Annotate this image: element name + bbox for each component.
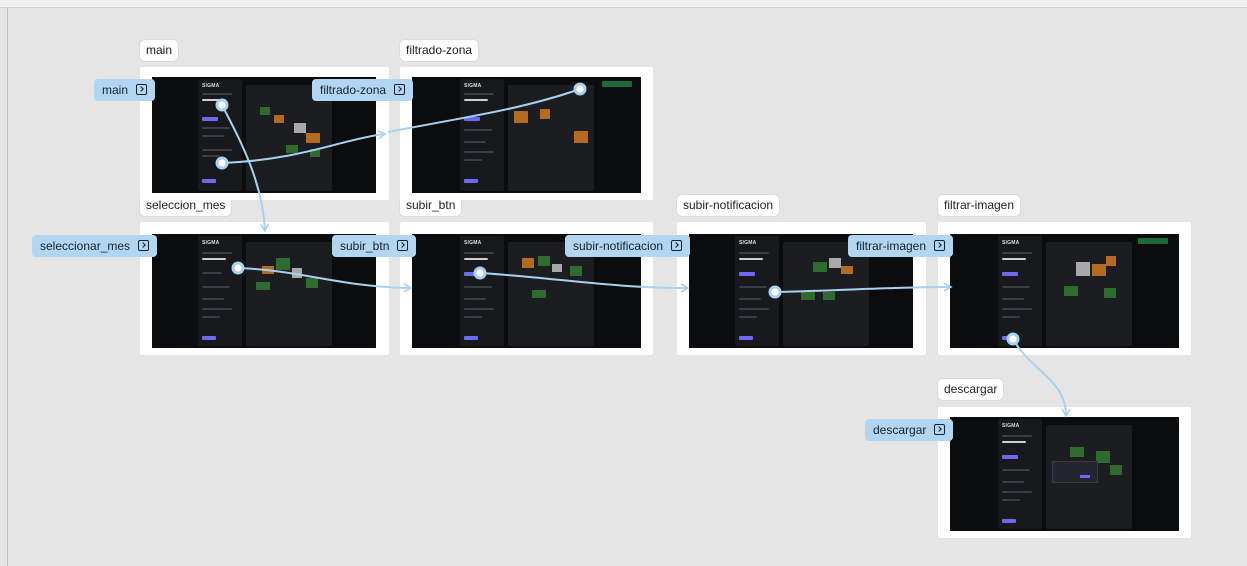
flow-start-label: subir-notificacion <box>573 239 664 253</box>
screen-sidebar: SIGMA <box>460 236 504 346</box>
app-logo: SIGMA <box>202 240 220 246</box>
frame-label-subir-notificacion[interactable]: subir-notificacion <box>677 195 780 216</box>
screen-sidebar: SIGMA <box>998 236 1042 346</box>
frame-label-filtrar-imagen[interactable]: filtrar-imagen <box>938 195 1021 216</box>
flow-start-seleccionar-mes[interactable]: seleccionar_mes <box>32 235 158 257</box>
flow-start-main[interactable]: main <box>94 79 156 101</box>
flow-start-label: subir_btn <box>340 239 390 253</box>
flow-start-subir-notificacion[interactable]: subir-notificacion <box>565 235 691 257</box>
flow-start-label: seleccionar_mes <box>40 239 131 253</box>
flow-start-label: filtrar-imagen <box>856 239 927 253</box>
flow-start-subir-btn[interactable]: subir_btn <box>332 235 417 257</box>
frame-label-main[interactable]: main <box>140 40 179 61</box>
screen-thumbnail: SIGMA <box>950 234 1179 348</box>
frame-filtrar-imagen[interactable]: SIGMA <box>938 222 1191 355</box>
flow-start-icon[interactable] <box>138 240 150 251</box>
flow-start-icon[interactable] <box>136 84 148 95</box>
top-toolbar-edge <box>0 0 1247 8</box>
screen-map-panel <box>246 242 332 346</box>
frame-descargar[interactable]: SIGMA <box>938 407 1191 538</box>
app-logo: SIGMA <box>1002 240 1020 246</box>
screen-sidebar: SIGMA <box>460 79 504 191</box>
screen-notification-badge <box>1138 238 1168 244</box>
flow-start-descargar[interactable]: descargar <box>865 419 954 441</box>
frame-filtrado-zona[interactable]: SIGMA <box>400 67 653 200</box>
screen-map-panel <box>783 242 869 346</box>
screen-map-panel <box>508 242 594 346</box>
flow-start-label: main <box>102 83 129 97</box>
app-logo: SIGMA <box>464 83 482 89</box>
flow-start-icon[interactable] <box>934 240 946 251</box>
screen-notification-badge <box>602 81 632 87</box>
screen-thumbnail: SIGMA <box>950 417 1179 531</box>
screen-thumbnail: SIGMA <box>412 77 641 193</box>
flow-start-icon[interactable] <box>397 240 409 251</box>
app-logo: SIGMA <box>739 240 757 246</box>
screen-map-panel <box>1046 425 1132 529</box>
screen-sidebar: SIGMA <box>198 79 242 191</box>
screen-map-panel <box>1046 242 1132 346</box>
screen-sidebar: SIGMA <box>735 236 779 346</box>
flow-start-filtrado-zona[interactable]: filtrado-zona <box>312 79 414 101</box>
frame-label-descargar[interactable]: descargar <box>938 379 1004 400</box>
flow-start-icon[interactable] <box>934 424 946 435</box>
flow-start-filtrar-imagen[interactable]: filtrar-imagen <box>848 235 954 257</box>
left-panel-edge <box>7 8 8 566</box>
flow-start-icon[interactable] <box>394 84 406 95</box>
app-logo: SIGMA <box>202 83 220 89</box>
frame-label-filtrado-zona[interactable]: filtrado-zona <box>400 40 479 61</box>
flow-start-icon[interactable] <box>671 240 683 251</box>
flow-start-label: descargar <box>873 423 927 437</box>
flow-start-label: filtrado-zona <box>320 83 387 97</box>
screen-sidebar: SIGMA <box>198 236 242 346</box>
screen-sidebar: SIGMA <box>998 419 1042 529</box>
app-logo: SIGMA <box>464 240 482 246</box>
screen-map-panel <box>508 85 594 191</box>
app-logo: SIGMA <box>1002 423 1020 429</box>
